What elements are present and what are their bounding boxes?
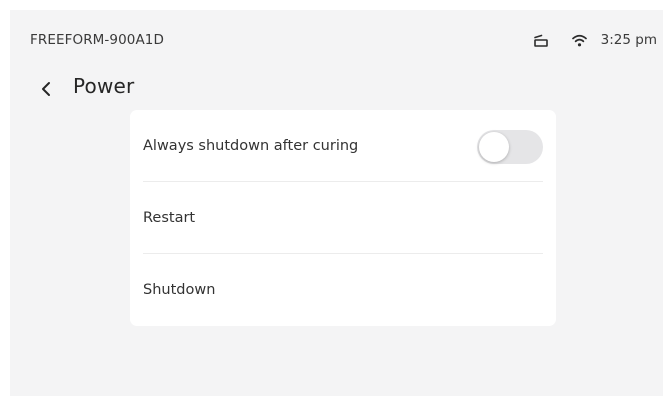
restart-label: Restart xyxy=(143,209,196,226)
page-title: Power xyxy=(73,74,135,98)
back-button[interactable] xyxy=(34,75,58,103)
tray-icon xyxy=(532,31,572,49)
chevron-left-icon xyxy=(42,82,50,96)
shutdown-button[interactable]: Shutdown xyxy=(143,254,543,326)
device-name: FREEFORM-900A1D xyxy=(30,32,164,48)
status-bar: 3:25 pm xyxy=(532,28,657,52)
restart-button[interactable]: Restart xyxy=(143,182,543,254)
always-shutdown-toggle[interactable] xyxy=(477,130,543,164)
settings-card: Always shutdown after curing Restart Shu… xyxy=(130,110,556,326)
screen: FREEFORM-900A1D 3:25 pm Power Always shu… xyxy=(10,10,663,396)
always-shutdown-label: Always shutdown after curing xyxy=(143,137,359,154)
clock: 3:25 pm xyxy=(600,32,657,48)
toggle-knob xyxy=(479,132,509,162)
wifi-icon xyxy=(571,34,601,47)
always-shutdown-row[interactable]: Always shutdown after curing xyxy=(143,110,543,182)
shutdown-label: Shutdown xyxy=(143,282,216,298)
